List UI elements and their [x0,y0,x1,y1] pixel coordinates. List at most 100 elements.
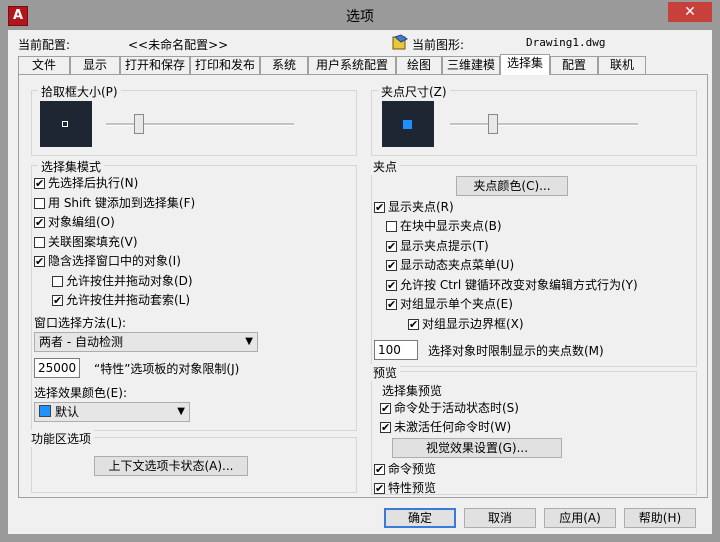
checkbox-box[interactable] [34,237,45,248]
checkbox-noun-verb[interactable]: 先选择后执行(N) [34,176,138,192]
grips-group: 夹点 夹点颜色(C)... 显示夹点(R) 在块中显示夹点(B) 显示夹点提示(… [370,158,697,367]
checkbox-property-preview[interactable]: 特性预览 [374,481,436,497]
checkbox-label: 对组显示单个夹点(E) [400,297,513,311]
grip-size-slider-track[interactable] [450,123,638,126]
checkbox-label: 允许按 Ctrl 键循环改变对象编辑方式行为(Y) [400,278,638,292]
title-bar[interactable]: A 选项 ✕ [0,0,720,30]
contextual-tab-states-button[interactable]: 上下文选项卡状态(A)... [94,456,248,476]
checkbox-press-drag-object[interactable]: 允许按住并拖动对象(D) [52,274,193,290]
checkbox-object-grouping[interactable]: 对象编组(O) [34,215,115,231]
checkbox-box[interactable] [380,420,391,435]
current-profile-value: <<未命名配置>> [128,38,229,52]
preview-title: 预览 [370,364,401,381]
checkbox-box[interactable] [52,293,63,308]
checkbox-shift-add[interactable]: 用 Shift 键添加到选择集(F) [34,196,195,212]
tab-open-save[interactable]: 打开和保存 [120,56,190,74]
ribbon-options-title: 功能区选项 [28,430,95,447]
tab-selection[interactable]: 选择集 [500,54,550,75]
tab-plot-publish[interactable]: 打印和发布 [190,56,260,74]
tab-online[interactable]: 联机 [598,56,646,74]
window-method-select[interactable]: 两者 - 自动检测 ▼ [34,332,258,352]
selection-modes-group: 选择集模式 先选择后执行(N) 用 Shift 键添加到选择集(F) 对象编组(… [31,158,357,431]
visual-effect-settings-button[interactable]: 视觉效果设置(G)... [392,438,562,458]
checkbox-ctrl-cycling[interactable]: 允许按 Ctrl 键循环改变对象编辑方式行为(Y) [386,278,638,294]
chevron-down-icon: ▼ [177,406,185,417]
checkbox-press-drag-lasso[interactable]: 允许按住并拖动套索(L) [52,293,190,309]
checkbox-box[interactable] [386,221,397,232]
checkbox-box[interactable] [408,317,419,332]
checkbox-label: 允许按住并拖动对象(D) [66,274,193,288]
grip-size-preview [382,101,434,147]
checkbox-preview-no-command[interactable]: 未激活任何命令时(W) [380,420,511,436]
checkbox-label: 在块中显示夹点(B) [400,219,502,233]
close-button[interactable]: ✕ [668,2,712,22]
grip-size-slider-thumb[interactable] [488,114,498,134]
checkbox-single-grip-groups[interactable]: 对组显示单个夹点(E) [386,297,513,313]
grip-square-icon [403,120,412,129]
checkbox-label: 特性预览 [388,481,437,495]
effect-color-label: 选择效果颜色(E): [34,386,127,400]
tab-files[interactable]: 文件 [18,56,70,74]
grip-size-group: 夹点尺寸(Z) [371,83,697,156]
checkbox-label: 显示夹点(R) [388,200,454,214]
checkbox-implied-windowing[interactable]: 隐含选择窗口中的对象(I) [34,254,181,270]
grip-colors-button[interactable]: 夹点颜色(C)... [456,176,568,196]
effect-color-value: 默认 [55,405,80,419]
checkbox-box[interactable] [34,254,45,269]
selection-tab-panel: 拾取框大小(P) 选择集模式 先选择后执行(N) 用 Shift 键添加到选择集… [18,74,708,498]
checkbox-box[interactable] [34,198,45,209]
property-limit-input[interactable]: 25000 [34,358,80,378]
checkbox-box[interactable] [386,278,397,293]
checkbox-box[interactable] [374,462,385,477]
checkbox-label: 命令处于活动状态时(S) [394,401,519,415]
checkbox-box[interactable] [34,176,45,191]
checkbox-label: 未激活任何命令时(W) [394,420,512,434]
tab-system[interactable]: 系统 [260,56,308,74]
tab-drafting[interactable]: 绘图 [396,56,442,74]
selection-modes-title: 选择集模式 [38,158,105,175]
checkbox-box[interactable] [386,239,397,254]
cancel-button[interactable]: 取消 [464,508,536,528]
checkbox-box[interactable] [386,297,397,312]
checkbox-box[interactable] [52,276,63,287]
preview-group: 预览 选择集预览 命令处于活动状态时(S) 未激活任何命令时(W) 视觉效果设置… [370,364,697,497]
pickbox-square-icon [62,121,68,127]
checkbox-box[interactable] [374,200,385,215]
checkbox-associative-hatch[interactable]: 关联图案填充(V) [34,235,138,251]
tab-profiles[interactable]: 配置 [550,56,598,74]
selection-preview-subtitle: 选择集预览 [382,384,443,398]
checkbox-label: 允许按住并拖动套索(L) [66,293,191,307]
checkbox-bounding-box-groups[interactable]: 对组显示边界框(X) [408,317,524,333]
ok-button[interactable]: 确定 [384,508,456,528]
chevron-down-icon: ▼ [245,336,253,347]
tab-user-preferences[interactable]: 用户系统配置 [308,56,396,74]
checkbox-grips-in-blocks[interactable]: 在块中显示夹点(B) [386,219,502,235]
tab-display[interactable]: 显示 [70,56,120,74]
current-drawing-label: 当前图形: [412,38,465,52]
pickbox-slider-thumb[interactable] [134,114,144,134]
grip-limit-input[interactable]: 100 [374,340,418,360]
checkbox-label: 先选择后执行(N) [48,176,139,190]
apply-button[interactable]: 应用(A) [544,508,616,528]
checkbox-label: 用 Shift 键添加到选择集(F) [48,196,196,210]
dialog-client: 当前配置: <<未命名配置>> 当前图形: Drawing1.dwg 文件 显示… [8,30,712,534]
checkbox-show-grips[interactable]: 显示夹点(R) [374,200,454,216]
tab-3d-modeling[interactable]: 三维建模 [442,56,500,74]
options-dialog: A 选项 ✕ 当前配置: <<未命名配置>> 当前图形: Drawing1.dw… [0,0,720,542]
checkbox-box[interactable] [386,258,397,273]
pickbox-size-group: 拾取框大小(P) [31,83,357,156]
drawing-icon [392,34,408,50]
checkbox-box[interactable] [34,215,45,230]
effect-color-select[interactable]: 默认 ▼ [34,402,190,422]
checkbox-box[interactable] [374,481,385,496]
checkbox-preview-command-active[interactable]: 命令处于活动状态时(S) [380,401,519,417]
help-button[interactable]: 帮助(H) [624,508,696,528]
ribbon-options-group: 功能区选项 上下文选项卡状态(A)... [28,430,357,493]
grip-limit-label: 选择对象时限制显示的夹点数(M) [428,344,604,358]
checkbox-label: 命令预览 [388,462,437,476]
checkbox-label: 关联图案填充(V) [48,235,138,249]
checkbox-command-preview[interactable]: 命令预览 [374,462,436,478]
checkbox-dynamic-grip-menu[interactable]: 显示动态夹点菜单(U) [386,258,514,274]
checkbox-grip-tips[interactable]: 显示夹点提示(T) [386,239,489,255]
checkbox-box[interactable] [380,401,391,416]
